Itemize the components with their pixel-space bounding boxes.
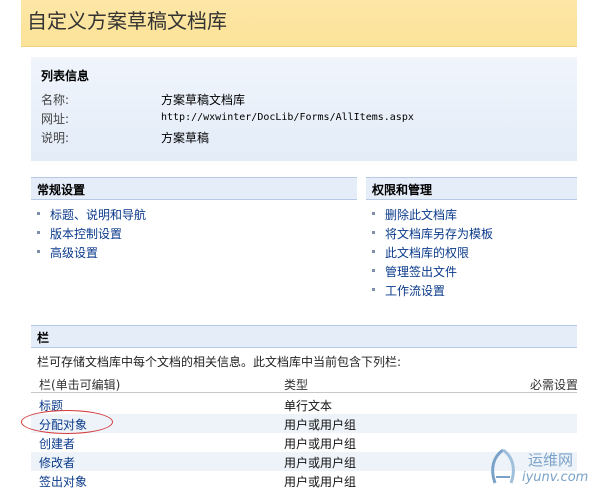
info-label: 说明: bbox=[41, 131, 70, 145]
bullet-icon bbox=[372, 269, 375, 272]
column-name-link[interactable]: 签出对象 bbox=[39, 473, 87, 490]
watermark: 运维网 iyunv.com bbox=[484, 445, 590, 491]
link-label[interactable]: 工作流设置 bbox=[385, 282, 445, 299]
general-settings-header: 常规设置 bbox=[31, 177, 357, 200]
column-name-link[interactable]: 创建者 bbox=[39, 435, 75, 452]
link-label[interactable]: 将文档库另存为模板 bbox=[385, 225, 493, 242]
bullet-icon bbox=[372, 212, 375, 215]
bullet-icon bbox=[37, 231, 40, 234]
col-header-name: 栏(单击可编辑) bbox=[39, 378, 121, 392]
link-label[interactable]: 管理签出文件 bbox=[385, 263, 457, 280]
link-label[interactable]: 标题、说明和导航 bbox=[50, 206, 146, 223]
bullet-icon bbox=[372, 231, 375, 234]
watermark-text-cn: 运维网 bbox=[528, 451, 574, 469]
col-header-required: 必需设置 bbox=[530, 378, 579, 392]
info-label: 名称: bbox=[41, 93, 70, 107]
column-name-link[interactable]: 修改者 bbox=[39, 454, 75, 471]
column-type: 用户或用户组 bbox=[284, 475, 357, 489]
table-row: 分配对象 用户或用户组 bbox=[31, 414, 577, 433]
column-type: 用户或用户组 bbox=[284, 437, 357, 451]
table-row: 标题 单行文本 bbox=[31, 395, 577, 414]
page-title: 自定义方案草稿文档库 bbox=[27, 9, 227, 33]
columns-header: 栏 bbox=[31, 325, 577, 348]
info-value: 方案草稿 bbox=[161, 131, 210, 145]
watermark-text-domain: iyunv.com bbox=[522, 470, 589, 485]
columns-description: 栏可存储文档库中每个文档的相关信息。此文档库中当前包含下列栏: bbox=[37, 355, 402, 369]
column-type: 用户或用户组 bbox=[284, 456, 357, 470]
bullet-icon bbox=[37, 212, 40, 215]
columns-title: 栏 bbox=[37, 331, 50, 345]
bullet-icon bbox=[372, 250, 375, 253]
list-info-panel: 列表信息 名称: 方案草稿文档库 网址: http://wxwinter/Doc… bbox=[31, 57, 577, 161]
col-header-type: 类型 bbox=[284, 378, 309, 392]
link-label[interactable]: 删除此文档库 bbox=[385, 206, 457, 223]
permissions-header: 权限和管理 bbox=[366, 177, 577, 200]
info-label: 网址: bbox=[41, 112, 70, 126]
link-label[interactable]: 此文档库的权限 bbox=[385, 244, 469, 261]
general-settings-title: 常规设置 bbox=[37, 183, 86, 197]
link-label[interactable]: 版本控制设置 bbox=[50, 225, 122, 242]
list-info-header: 列表信息 bbox=[41, 69, 90, 83]
columns-table-header: 栏(单击可编辑) 类型 必需设置 bbox=[31, 375, 579, 393]
info-value: http://wxwinter/DocLib/Forms/AllItems.as… bbox=[161, 112, 414, 123]
page-header: 自定义方案草稿文档库 bbox=[21, 0, 577, 47]
column-type: 用户或用户组 bbox=[284, 418, 357, 432]
column-type: 单行文本 bbox=[284, 399, 333, 413]
info-value: 方案草稿文档库 bbox=[161, 93, 246, 107]
bullet-icon bbox=[37, 250, 40, 253]
link-label[interactable]: 高级设置 bbox=[50, 244, 98, 261]
highlight-annotation-oval bbox=[21, 410, 113, 434]
permissions-title: 权限和管理 bbox=[372, 183, 433, 197]
watermark-logo-icon bbox=[491, 448, 515, 484]
bullet-icon bbox=[372, 288, 375, 291]
